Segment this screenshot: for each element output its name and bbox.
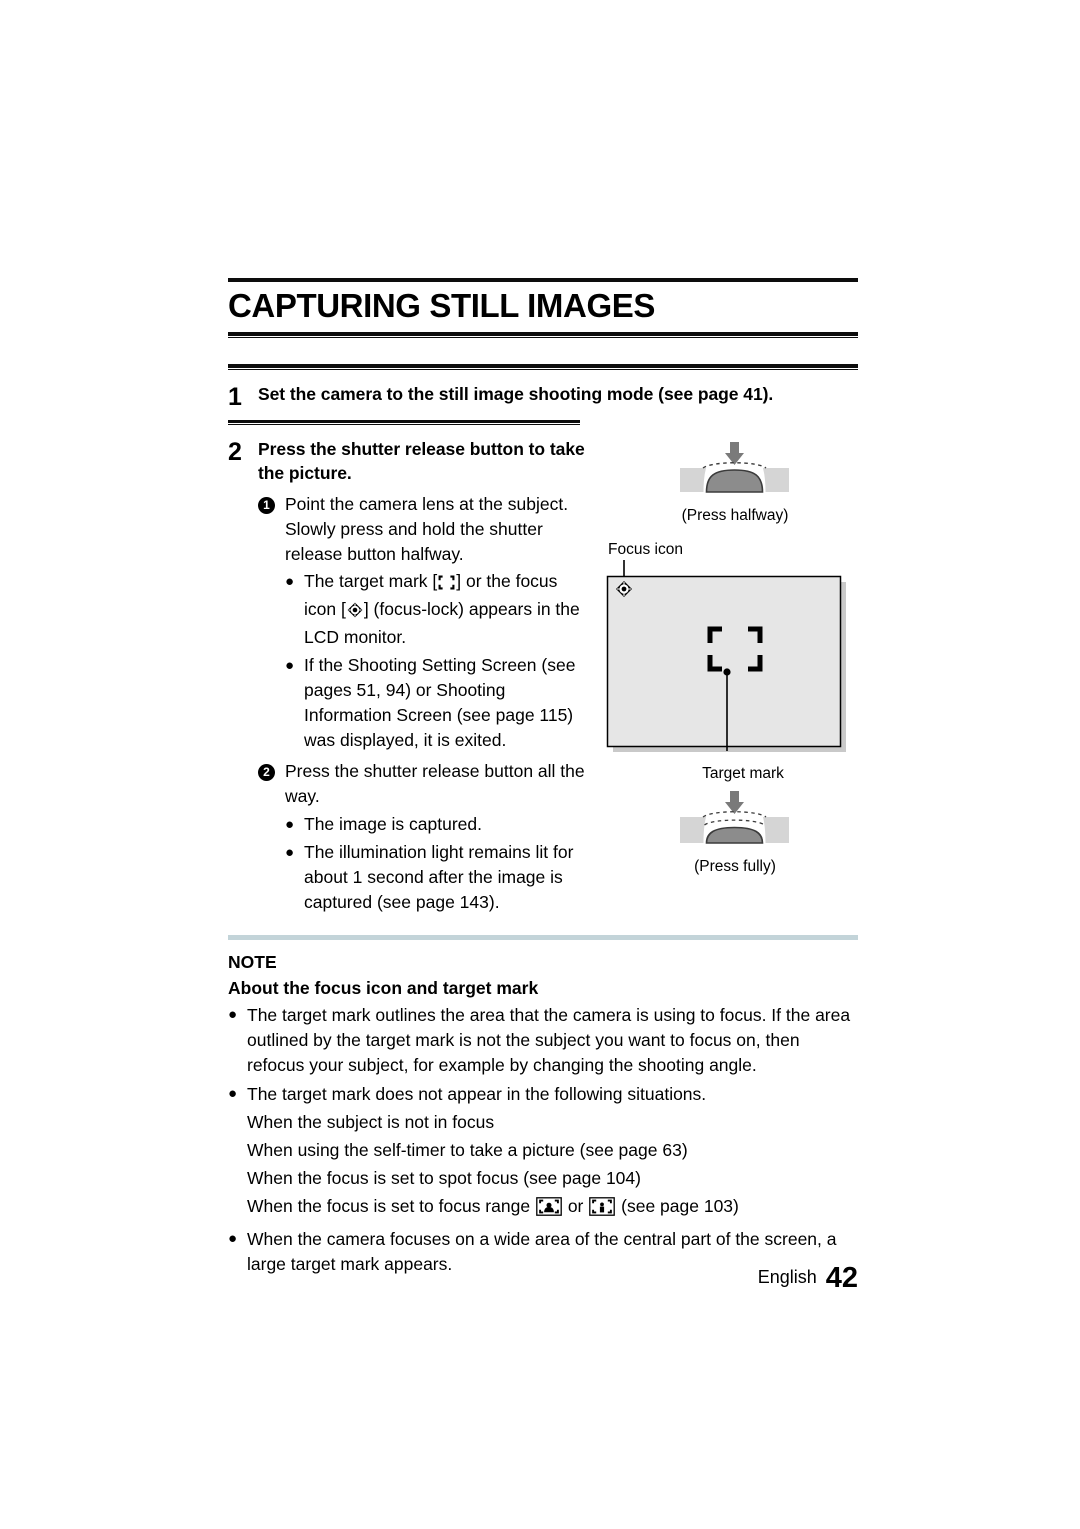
step-1: 1 Set the camera to the still image shoo…: [228, 382, 858, 412]
target-mark-icon: [438, 572, 455, 597]
press-halfway-caption: (Press halfway): [681, 507, 789, 524]
figure-lcd-monitor: Focus icon Target mark: [600, 536, 870, 783]
step-1-title: Set the camera to the still image shooti…: [258, 383, 774, 404]
target-mark-label: Target mark: [702, 765, 784, 783]
substep-1-bullet-2: ● If the Shooting Setting Screen (see pa…: [285, 653, 588, 752]
note-focus-range-line: When the focus is set to focus range or …: [247, 1194, 858, 1223]
figure-press-fully: (Press fully): [600, 791, 870, 877]
substep-2-bullet-1-text: The image is captured.: [304, 814, 483, 835]
substep-2-marker: 2: [258, 759, 285, 782]
substep-2-bullet-2-text: The illumination light remains lit for a…: [304, 842, 574, 912]
note-situation-2: When using the self-timer to take a pict…: [247, 1139, 688, 1160]
note-bullet-1-text: The target mark outlines the area that t…: [247, 1004, 851, 1075]
focus-lock-icon: [347, 600, 363, 625]
shutter-halfway-illustration: [680, 442, 789, 493]
bullet-dot-icon: ●: [285, 656, 295, 674]
note-bullet-2: ● The target mark does not appear in the…: [228, 1082, 858, 1107]
note-subtitle: About the focus icon and target mark: [228, 977, 539, 998]
focus-icon-label: Focus icon: [608, 541, 683, 558]
substep-1-bullet-1: ● The target mark [] or the focus icon […: [285, 569, 588, 650]
step-2: 2 Press the shutter release button to ta…: [228, 437, 588, 915]
bullet-dot-icon: ●: [228, 1229, 238, 1247]
note-separator-bar: [228, 934, 858, 940]
substep-2-text: Press the shutter release button all the…: [285, 761, 585, 807]
substep-1-bullet-2-text: If the Shooting Setting Screen (see page…: [304, 654, 576, 750]
substep-1-bullet-1-text: The target mark [] or the focus icon [] …: [304, 569, 588, 650]
step-2-body: Press the shutter release button to take…: [258, 437, 588, 915]
footer-page-number: 42: [825, 1262, 858, 1294]
focus-range-middle: or: [567, 1195, 584, 1216]
note-bullet-2-text: The target mark does not appear in the f…: [247, 1083, 707, 1104]
note-situation-3: When the focus is set to spot focus (see…: [247, 1167, 641, 1188]
press-fully-caption: (Press fully): [694, 858, 776, 876]
note-bullet-1: ● The target mark outlines the area that…: [228, 1003, 858, 1078]
title-top-rule: [228, 278, 858, 282]
focus-range-spot-icon: [589, 1196, 616, 1223]
note-label: NOTE: [228, 951, 277, 972]
focus-range-suffix: (see page 103): [621, 1195, 739, 1216]
note-situation-1: When the subject is not in focus: [247, 1111, 495, 1132]
footer-language: English: [757, 1267, 817, 1287]
step-2-title: Press the shutter release button to take…: [258, 438, 585, 483]
step-1-number: 1: [228, 382, 242, 411]
steps-top-rule: [228, 363, 858, 370]
bullet-dot-icon: ●: [285, 816, 295, 834]
manual-page: CAPTURING STILL IMAGES 1 Set the camera …: [0, 0, 1080, 1529]
focus-range-wide-icon: [536, 1196, 562, 1223]
step-2-number: 2: [228, 437, 242, 466]
circled-number-2: 2: [258, 764, 275, 782]
circled-number-1: 1: [258, 496, 275, 514]
substep-2-bullet-2: ● The illumination light remains lit for…: [285, 840, 588, 915]
page-footer: English 42: [0, 1262, 858, 1295]
figure-column: (Press halfway) Focus icon Target mark (…: [600, 440, 870, 877]
substep-1-text: Point the camera lens at the subject. Sl…: [285, 493, 569, 564]
title-spacer: [228, 338, 858, 364]
focus-range-prefix: When the focus is set to focus range: [247, 1195, 531, 1216]
shutter-fully-illustration: [680, 791, 789, 844]
figure-press-halfway: (Press halfway): [600, 440, 870, 526]
bullet-dot-icon: ●: [285, 844, 295, 862]
substep-2-bullet-1: ● The image is captured.: [285, 812, 588, 837]
step-1-body: Set the camera to the still image shooti…: [258, 382, 858, 406]
substep-2: 2 Press the shutter release button all t…: [258, 759, 588, 809]
bullet-text-part-1: The target mark [: [304, 571, 438, 592]
bullet-dot-icon: ●: [285, 573, 295, 591]
step-1-bottom-rule: [228, 419, 580, 425]
lcd-monitor-illustration: Focus icon: [606, 541, 846, 753]
page-title: CAPTURING STILL IMAGES: [228, 287, 655, 324]
substep-1-marker: 1: [258, 492, 285, 514]
substep-1: 1 Point the camera lens at the subject. …: [258, 492, 588, 567]
bullet-dot-icon: ●: [228, 1084, 238, 1102]
bullet-dot-icon: ●: [228, 1005, 238, 1023]
